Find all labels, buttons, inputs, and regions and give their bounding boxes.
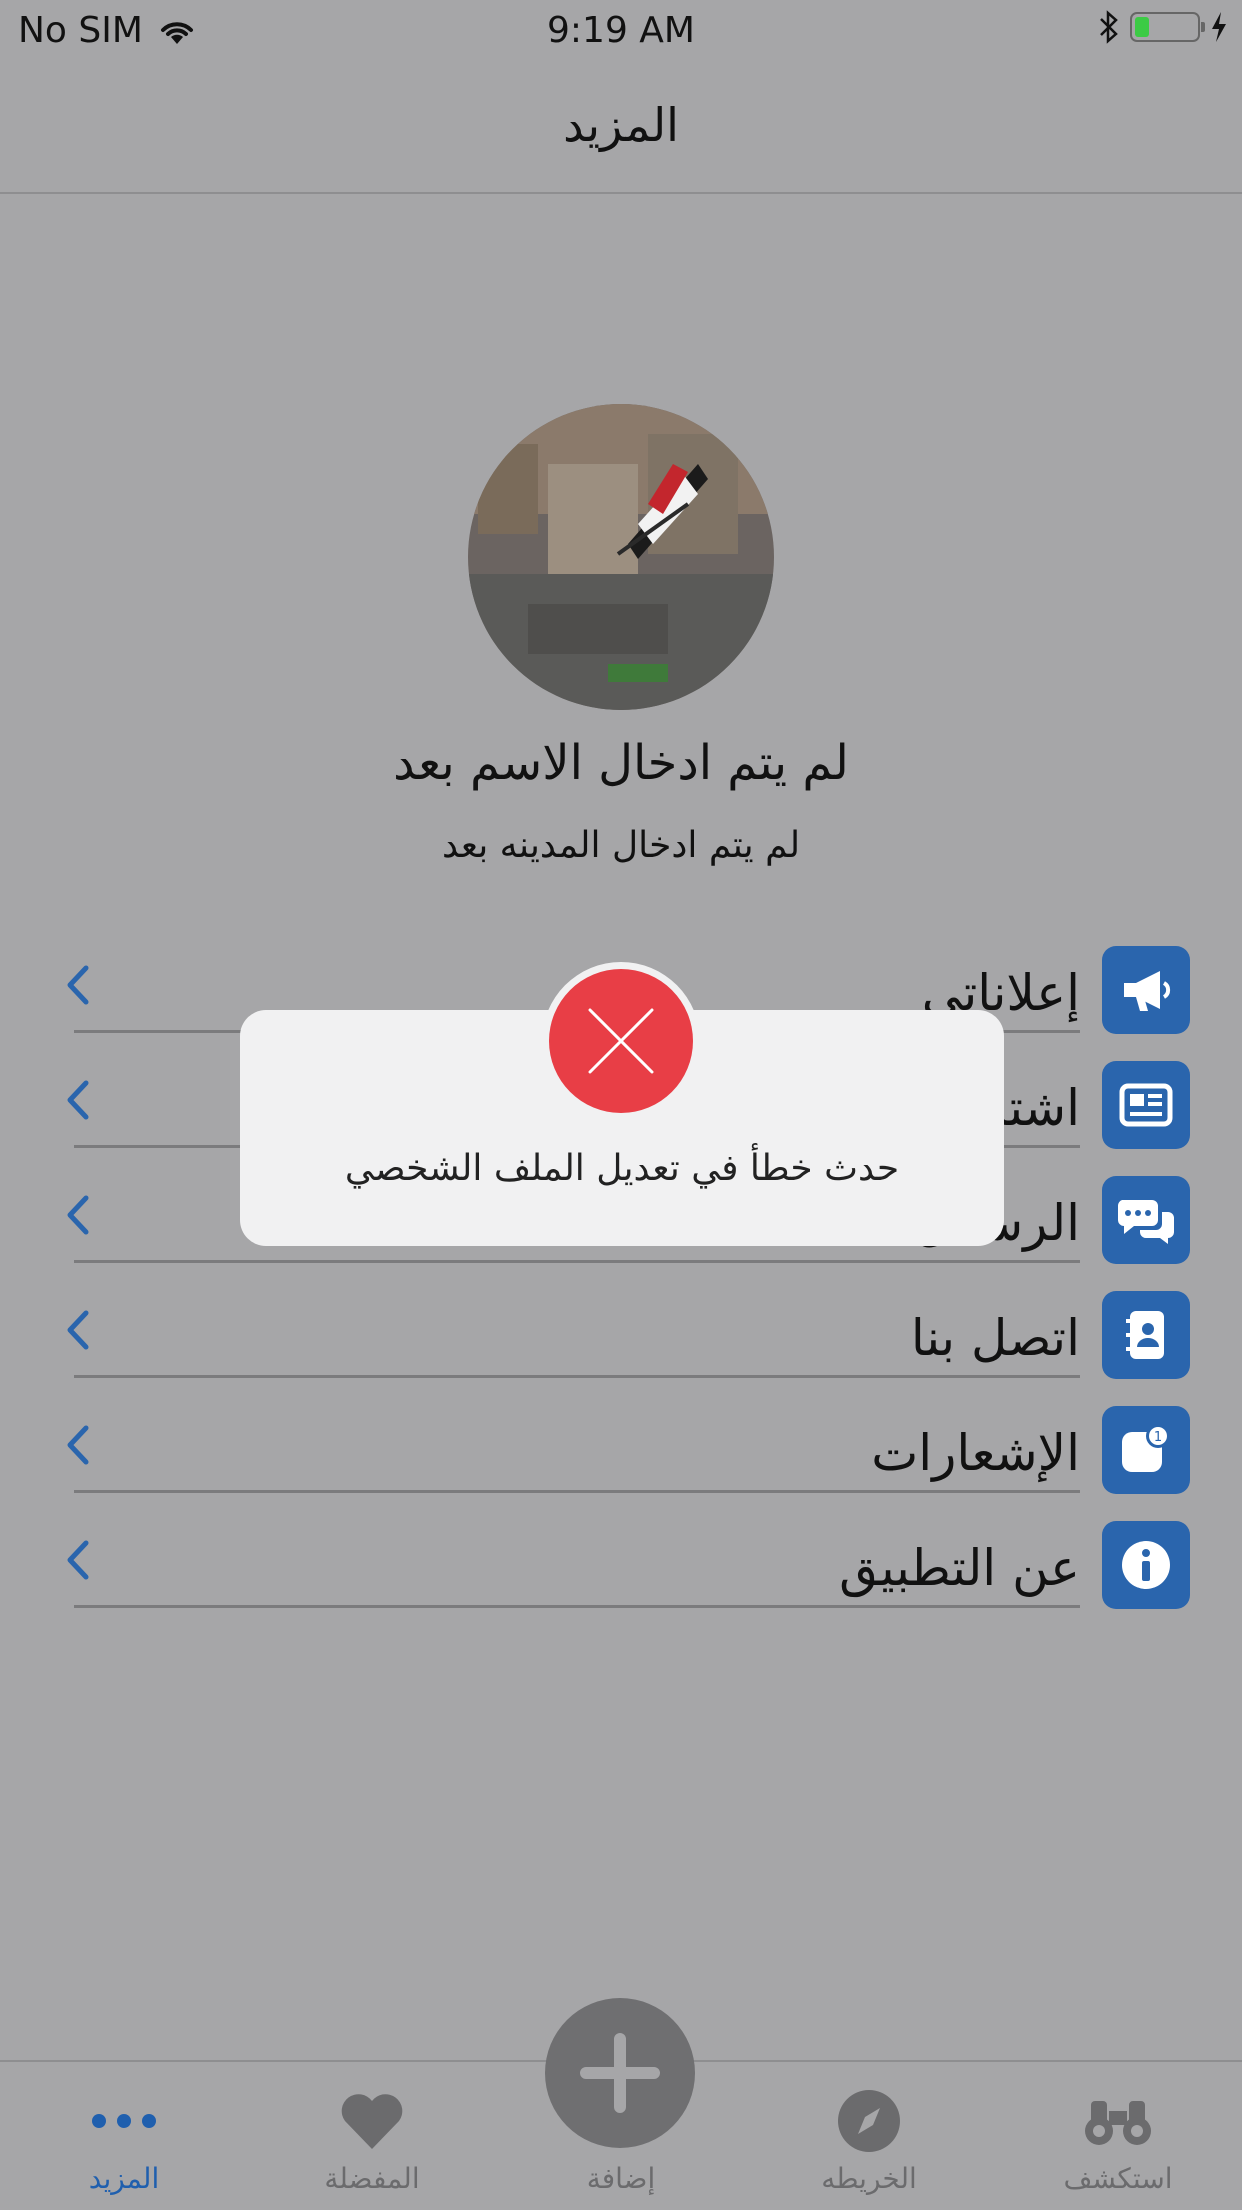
binoculars-icon — [1078, 2086, 1158, 2156]
tab-label: الخريطه — [821, 2162, 917, 2195]
chevron-left-icon — [67, 1195, 89, 1235]
profile-avatar[interactable] — [468, 404, 774, 710]
row-divider — [74, 1260, 1080, 1263]
compass-icon — [829, 2086, 909, 2156]
chevron-left-icon — [67, 1425, 89, 1465]
tab-label: إضافة — [586, 2162, 656, 2195]
megaphone-icon — [1102, 946, 1190, 1034]
bluetooth-icon — [1100, 10, 1118, 44]
profile-city: لم يتم ادخال المدينه بعد — [441, 825, 801, 866]
menu-item-label: عن التطبيق — [839, 1539, 1080, 1597]
heart-icon — [332, 2086, 412, 2156]
page-title: المزيد — [563, 98, 679, 152]
chevron-left-icon — [67, 965, 89, 1005]
error-message: حدث خطأ في تعديل الملف الشخصي — [344, 1148, 900, 1189]
tab-more[interactable]: المزيد — [0, 2062, 248, 2210]
status-bar: No SIM 9:19 AM — [0, 0, 1242, 60]
chevron-left-icon — [67, 1540, 89, 1580]
menu-item-notifications[interactable]: 1 الإشعارات — [0, 1406, 1242, 1521]
profile-name: لم يتم ادخال الاسم بعد — [393, 735, 849, 791]
chevron-left-icon — [67, 1080, 89, 1120]
avatar-photo — [468, 404, 774, 710]
chevron-left-icon — [67, 1310, 89, 1350]
tab-favorites[interactable]: المفضلة — [248, 2062, 496, 2210]
status-right — [1098, 10, 1228, 44]
tab-map[interactable]: الخريطه — [745, 2062, 993, 2210]
error-x-icon — [549, 969, 693, 1113]
menu-item-about-app[interactable]: عن التطبيق — [0, 1521, 1242, 1636]
row-divider — [74, 1375, 1080, 1378]
row-divider — [74, 1490, 1080, 1493]
navigation-bar: المزيد — [0, 60, 1242, 194]
chat-bubbles-icon — [1102, 1176, 1190, 1264]
more-dots-icon — [84, 2086, 164, 2156]
tab-label: المزيد — [88, 2162, 160, 2195]
menu-item-contact-us[interactable]: اتصل بنا — [0, 1291, 1242, 1406]
menu-item-label: الإشعارات — [871, 1424, 1080, 1482]
tab-label: استكشف — [1063, 2162, 1173, 2195]
add-button[interactable] — [545, 1998, 695, 2148]
battery-icon — [1130, 12, 1205, 42]
tab-label: المفضلة — [324, 2162, 420, 2195]
svg-text:1: 1 — [1154, 1430, 1162, 1445]
error-badge — [542, 962, 700, 1120]
row-divider — [74, 1605, 1080, 1608]
contact-book-icon — [1102, 1291, 1190, 1379]
charging-bolt-icon — [1212, 12, 1226, 42]
menu-item-label: اتصل بنا — [910, 1309, 1080, 1367]
status-time: 9:19 AM — [547, 10, 695, 51]
info-icon — [1102, 1521, 1190, 1609]
newspaper-icon — [1102, 1061, 1190, 1149]
plus-icon — [580, 2033, 660, 2113]
notification-badge-icon: 1 — [1102, 1406, 1190, 1494]
tab-explore[interactable]: استكشف — [994, 2062, 1242, 2210]
